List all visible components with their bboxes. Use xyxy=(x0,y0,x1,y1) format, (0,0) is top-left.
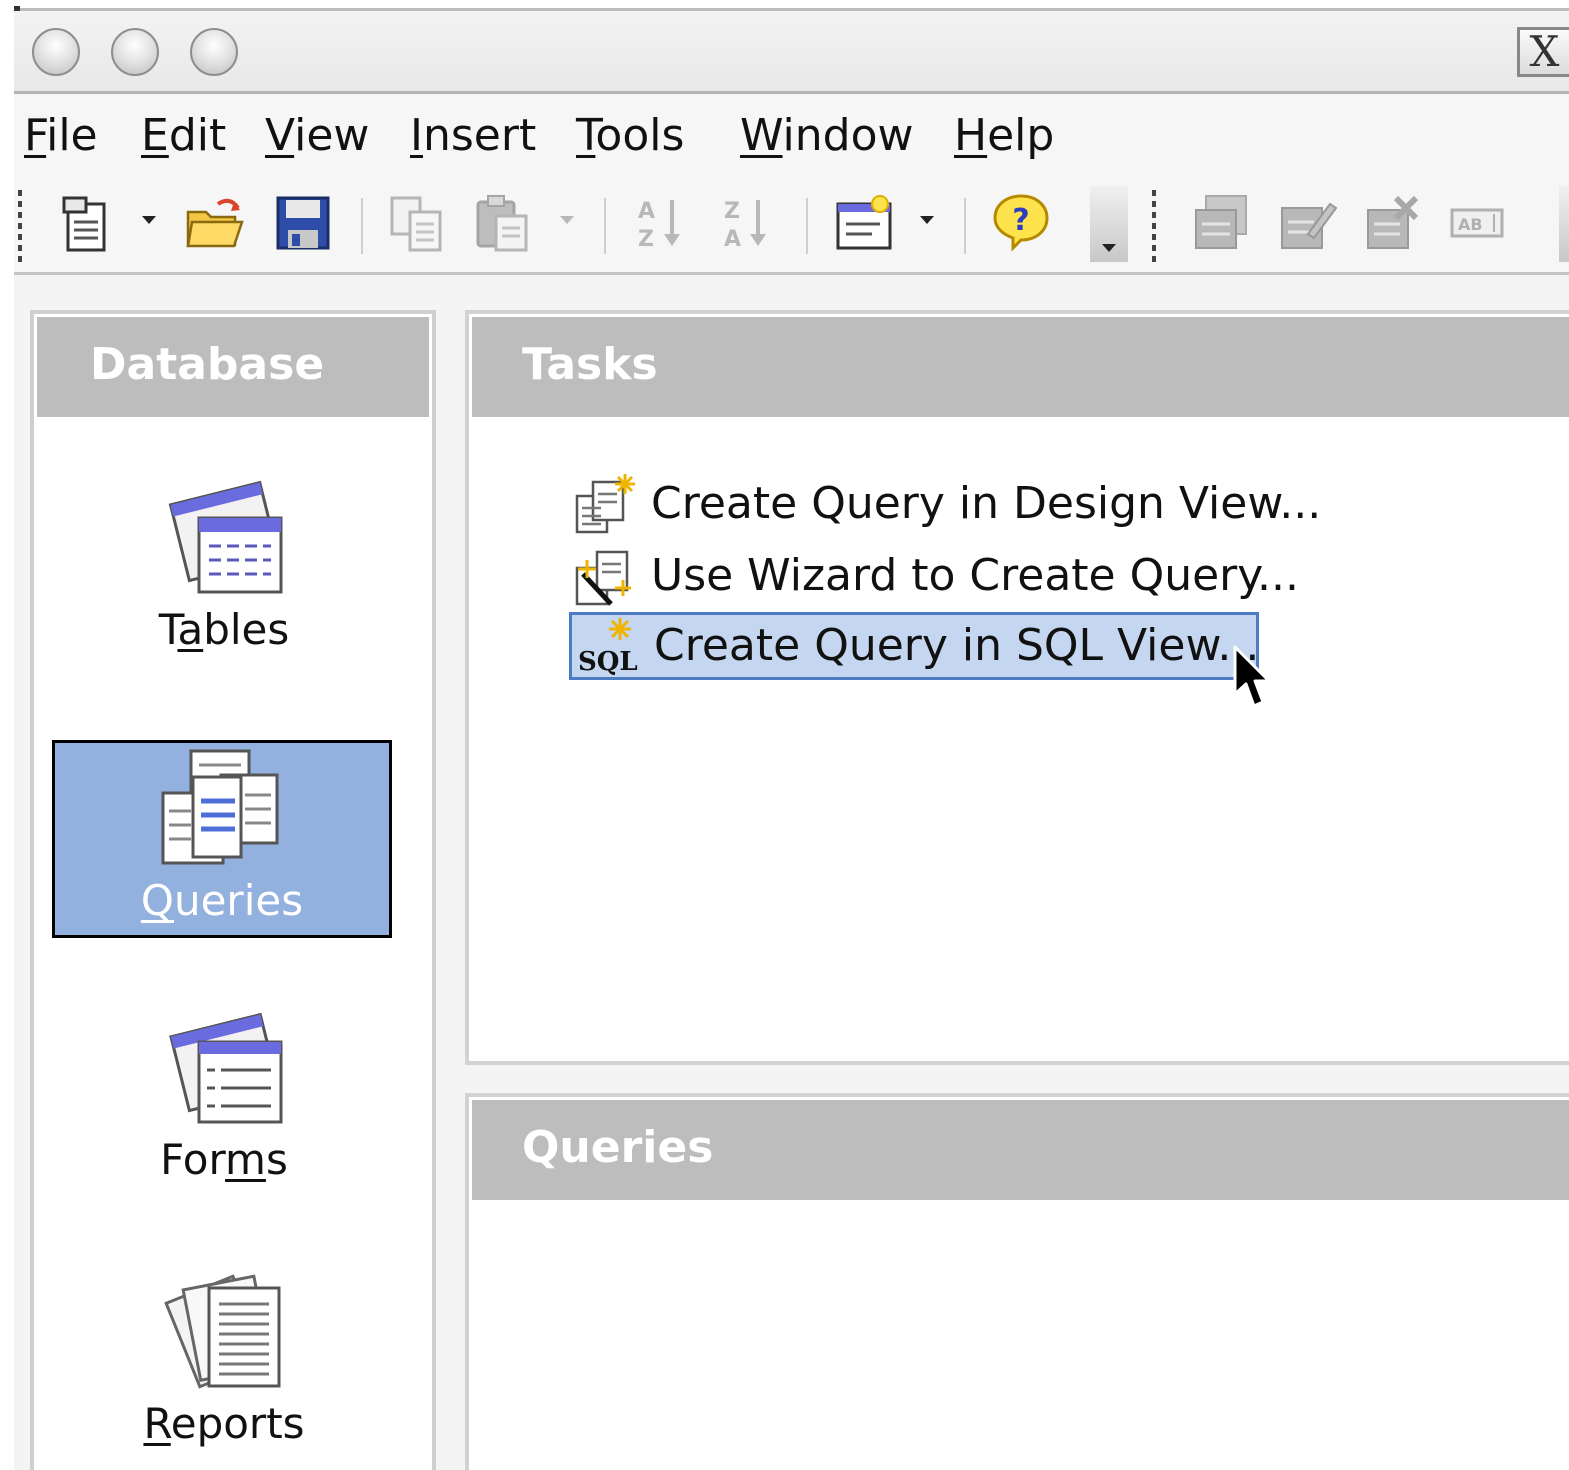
open-folder-icon[interactable] xyxy=(182,190,248,256)
wizard-icon xyxy=(575,550,631,606)
mouse-pointer-icon xyxy=(1233,645,1271,708)
sidebar-item-forms[interactable]: Forms xyxy=(54,1004,394,1204)
menu-help-mnemonic: H xyxy=(954,110,988,161)
menu-edit-label: dit xyxy=(168,110,227,161)
task-create-query-design-view[interactable]: Create Query in Design View... xyxy=(569,470,1339,538)
sidebar-item-reports[interactable]: Reports xyxy=(54,1268,394,1468)
sidebar-item-tables[interactable]: Tables xyxy=(54,474,394,684)
sidebar-item-queries[interactable]: Queries xyxy=(52,740,392,938)
svg-text:A: A xyxy=(638,199,655,224)
x11-close-button[interactable]: X xyxy=(1517,27,1569,77)
task-create-query-design-view-label: Create Query in Design View... xyxy=(651,478,1322,529)
sidebar-item-queries-label: Queries xyxy=(140,876,304,925)
queries-panel-header: Queries xyxy=(472,1100,1569,1200)
menu-file-mnemonic: F xyxy=(24,110,47,161)
svg-text:?: ? xyxy=(1012,203,1029,238)
menu-view-mnemonic: V xyxy=(265,110,295,161)
database-panel-header: Database xyxy=(37,317,429,417)
toolbar-grip[interactable] xyxy=(18,190,22,262)
new-document-dropdown[interactable] xyxy=(142,216,156,224)
design-view-icon xyxy=(575,474,635,534)
sql-view-icon: SQL xyxy=(578,618,638,677)
menu-file-label: ile xyxy=(46,110,98,161)
queries-icon xyxy=(161,749,279,865)
svg-text:Z: Z xyxy=(638,227,654,252)
menu-view-label: iew xyxy=(294,110,370,161)
window-close-button[interactable] xyxy=(32,28,80,76)
window-zoom-button[interactable] xyxy=(190,28,238,76)
toolbar-separator xyxy=(604,198,606,254)
menu-window-mnemonic: W xyxy=(740,110,783,161)
form-design-dropdown[interactable] xyxy=(920,216,934,224)
help-icon[interactable]: ? xyxy=(988,190,1054,256)
toolbar: A Z Z A ? AB xyxy=(14,176,1569,275)
menu-edit-mnemonic: E xyxy=(141,110,169,161)
title-bar: X xyxy=(14,11,1569,94)
menu-insert-mnemonic: I xyxy=(410,110,423,161)
form-icon[interactable] xyxy=(1188,190,1254,256)
svg-text:SQL: SQL xyxy=(578,647,638,677)
queries-panel: Queries xyxy=(465,1093,1569,1470)
form-design-icon[interactable] xyxy=(832,190,898,256)
sort-ascending-icon[interactable]: A Z xyxy=(628,190,694,256)
menu-insert[interactable]: Insert xyxy=(410,110,536,162)
menu-insert-label: nsert xyxy=(422,110,537,161)
menu-tools-mnemonic: T xyxy=(576,110,596,161)
task-wizard-create-query[interactable]: Use Wizard to Create Query... xyxy=(569,542,1317,610)
delete-form-icon[interactable] xyxy=(1360,190,1426,256)
menu-edit[interactable]: Edit xyxy=(141,110,226,162)
text-field-icon[interactable]: AB xyxy=(1446,190,1512,256)
toolbar-overflow-button[interactable] xyxy=(1090,186,1128,262)
menu-view[interactable]: View xyxy=(265,110,369,162)
sort-descending-icon[interactable]: Z A xyxy=(714,190,780,256)
new-document-icon[interactable] xyxy=(54,190,120,256)
toolbar-separator xyxy=(806,198,808,254)
window-minimize-button[interactable] xyxy=(111,28,159,76)
menu-help[interactable]: Help xyxy=(954,110,1054,162)
menu-window-label: indow xyxy=(782,110,914,161)
database-panel: Database Tables Queries Forms Reports xyxy=(30,310,436,1470)
task-create-query-sql-view-label: Create Query in SQL View... xyxy=(654,620,1260,671)
tasks-panel-header: Tasks xyxy=(472,317,1569,417)
save-icon[interactable] xyxy=(270,190,336,256)
sidebar-item-forms-label: Forms xyxy=(160,1135,288,1184)
paste-icon[interactable] xyxy=(470,190,536,256)
forms-icon xyxy=(169,1012,283,1124)
paste-dropdown[interactable] xyxy=(560,216,574,224)
toolbar-separator xyxy=(964,198,966,254)
menu-tools-label: ools xyxy=(595,110,685,161)
toolbar-grip[interactable] xyxy=(1152,190,1156,262)
app-window: X File Edit View Insert Tools Window Hel… xyxy=(0,0,1569,1470)
menu-window[interactable]: Window xyxy=(740,110,914,162)
task-create-query-sql-view[interactable]: SQL Create Query in SQL View... xyxy=(569,612,1259,680)
copy-icon[interactable] xyxy=(384,190,450,256)
task-wizard-create-query-label: Use Wizard to Create Query... xyxy=(651,550,1299,601)
menu-file[interactable]: File xyxy=(24,110,98,162)
toolbar-overflow-button[interactable] xyxy=(1559,186,1569,262)
menu-bar: File Edit View Insert Tools Window Help xyxy=(14,94,1569,176)
menu-tools[interactable]: Tools xyxy=(576,110,684,162)
tables-icon xyxy=(168,480,283,594)
sidebar-item-reports-label: Reports xyxy=(143,1399,305,1448)
menu-help-label: elp xyxy=(987,110,1055,161)
tasks-panel: Tasks Create Query in Design View... Use… xyxy=(465,310,1569,1065)
edit-form-icon[interactable] xyxy=(1274,190,1340,256)
svg-text:AB: AB xyxy=(1458,215,1483,234)
svg-text:Z: Z xyxy=(724,199,740,224)
reports-icon xyxy=(164,1274,281,1389)
toolbar-separator xyxy=(361,198,363,254)
sidebar-item-tables-label: Tables xyxy=(158,605,290,654)
svg-text:A: A xyxy=(724,227,741,252)
